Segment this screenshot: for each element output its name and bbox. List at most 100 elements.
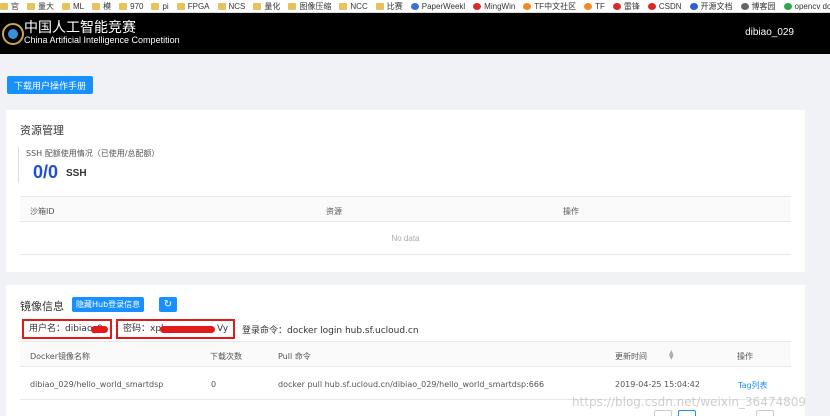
hub-username: 用户名：dibiao_0 xyxy=(22,319,112,339)
bookmark-item[interactable]: 量大 xyxy=(27,1,54,12)
login-command: 登录命令：docker login hub.sf.ucloud.cn xyxy=(242,326,419,336)
folder-icon xyxy=(217,2,226,10)
bookmark-item[interactable]: PaperWeekl xyxy=(410,1,466,11)
bookmark-label: 图像压缩 xyxy=(299,1,332,11)
bookmark-label: NCC xyxy=(350,1,368,11)
bookmark-label: 比赛 xyxy=(386,1,403,11)
bookmark-item[interactable]: pi xyxy=(151,1,169,11)
favicon-icon xyxy=(783,2,792,10)
hub-password-text: 密码：xpl xyxy=(123,324,164,334)
favicon-icon xyxy=(410,2,419,10)
folder-icon xyxy=(62,2,70,10)
bookmarks-bar: 官 量大 ML 模 970 pi FPGA NCS 量化 图像压缩 NCC 比赛 PaperWeekl M… xyxy=(0,0,830,13)
bookmark-label: 量化 xyxy=(264,1,281,11)
bookmark-label: MingWin xyxy=(484,1,516,11)
bookmark-label: ML xyxy=(73,1,85,11)
pull-command-cell: docker pull hub.sf.ucloud.cn/dibiao_029/… xyxy=(278,380,545,389)
bookmark-item[interactable]: MingWin xyxy=(473,2,515,11)
bookmark-label: 970 xyxy=(130,1,144,11)
folder-icon xyxy=(27,2,35,10)
bookmark-item[interactable]: 比赛 xyxy=(375,1,403,12)
downloads-cell: 0 xyxy=(211,380,217,389)
folder-icon xyxy=(176,2,185,10)
bookmark-label: 雷锋 xyxy=(623,1,640,11)
bookmark-label: 模 xyxy=(103,1,112,11)
redaction-mark xyxy=(160,326,215,333)
folder-icon xyxy=(253,2,262,10)
tag-list-link[interactable]: Tag列表 xyxy=(738,380,768,391)
favicon-icon xyxy=(689,2,698,10)
bookmark-label: NCS xyxy=(228,1,246,11)
bookmark-label: TF中文社区 xyxy=(534,1,577,11)
column-image-name: Docker镜像名称 xyxy=(30,352,91,361)
folder-icon xyxy=(92,2,101,10)
favicon-icon xyxy=(523,2,532,10)
sandbox-table-header: 沙箱ID 资源 操作 xyxy=(20,196,791,222)
bookmark-label: PaperWeekl xyxy=(421,1,466,11)
bookmark-label: FPGA xyxy=(187,1,210,11)
app-header: 中国人工智能竞赛 China Artificial Intelligence C… xyxy=(0,13,830,54)
favicon-icon xyxy=(612,2,621,10)
image-info-title: 镜像信息 xyxy=(20,300,64,313)
site-title-en: China Artificial Intelligence Competitio… xyxy=(24,35,180,46)
column-updated-time[interactable]: 更新时间 xyxy=(615,351,647,362)
favicon-icon xyxy=(584,2,593,10)
folder-icon xyxy=(375,2,384,10)
bookmark-label: opencv do xyxy=(794,1,830,11)
pagination-page-1[interactable] xyxy=(678,410,696,416)
bookmark-label: pi xyxy=(162,1,169,11)
bookmark-item[interactable]: 官 xyxy=(0,1,19,12)
bookmark-item[interactable]: 雷锋 xyxy=(612,1,640,12)
favicon-icon xyxy=(647,2,656,10)
folder-icon xyxy=(288,2,297,10)
folder-icon xyxy=(0,2,8,10)
hub-password: 密码：xpl Vy xyxy=(116,319,235,339)
bookmark-item[interactable]: 图像压缩 xyxy=(288,1,331,12)
bookmark-item[interactable]: 开源文档 xyxy=(689,1,733,12)
user-menu[interactable]: dibiao_029 xyxy=(745,27,794,38)
bookmark-item[interactable]: 博客园 xyxy=(740,1,776,12)
bookmark-item[interactable]: 970 xyxy=(119,2,143,11)
hub-password-tail: Vy xyxy=(217,324,229,334)
column-downloads: 下载次数 xyxy=(210,352,242,361)
ssh-quota-value: 0/0 xyxy=(33,162,59,182)
column-operations: 操作 xyxy=(737,352,753,361)
docker-table-header: Docker镜像名称 下载次数 Pull 命令 更新时间 ▲ ▼ 操作 xyxy=(20,341,791,367)
bookmark-item[interactable]: opencv do xyxy=(783,1,830,11)
favicon-icon xyxy=(473,2,482,10)
bookmark-item[interactable]: TF xyxy=(584,2,605,11)
column-resource: 资源 xyxy=(326,207,342,216)
folder-icon xyxy=(119,2,128,10)
empty-state: No data xyxy=(20,223,791,255)
bookmark-item[interactable]: FPGA xyxy=(176,1,210,11)
header-titles: 中国人工智能竞赛 China Artificial Intelligence C… xyxy=(24,19,180,46)
bookmark-label: TF xyxy=(595,1,605,11)
ssh-quota-label: SSH 配额使用情况（已使用/总配额） xyxy=(26,149,160,158)
refresh-icon[interactable]: ↻ xyxy=(159,297,177,312)
bookmark-item[interactable]: ML xyxy=(62,2,84,11)
bookmark-item[interactable]: CSDN xyxy=(647,1,682,11)
bookmark-item[interactable]: NCS xyxy=(217,1,246,11)
column-sandbox-id: 沙箱ID xyxy=(30,207,55,216)
bookmark-item[interactable]: NCC xyxy=(339,1,368,11)
bookmark-item[interactable]: TF中文社区 xyxy=(523,1,576,12)
sort-icon[interactable]: ▲ ▼ xyxy=(669,350,674,361)
bookmark-label: 博客园 xyxy=(751,1,776,11)
bookmark-label: CSDN xyxy=(658,1,682,11)
favicon-icon xyxy=(740,2,749,10)
quota-divider xyxy=(18,147,21,183)
bookmark-label: 官 xyxy=(11,1,19,11)
pagination-prev[interactable] xyxy=(654,410,672,416)
site-title-cn: 中国人工智能竞赛 xyxy=(24,19,136,36)
image-name-cell: dibiao_029/hello_world_smartdsp xyxy=(30,380,164,389)
pagination-next[interactable] xyxy=(756,410,774,416)
download-manual-button[interactable]: 下载用户操作手册 xyxy=(7,76,93,94)
column-pull-command: Pull 命令 xyxy=(278,352,311,361)
column-action: 操作 xyxy=(563,207,579,216)
folder-icon xyxy=(339,2,348,10)
bookmark-label: 开源文档 xyxy=(700,1,733,11)
hide-hub-login-button[interactable]: 隐藏Hub登录信息 xyxy=(72,297,145,312)
bookmark-item[interactable]: 模 xyxy=(92,1,111,12)
watermark: https://blog.csdn.net/weixin_36474809 xyxy=(571,395,806,409)
bookmark-item[interactable]: 量化 xyxy=(253,1,280,12)
